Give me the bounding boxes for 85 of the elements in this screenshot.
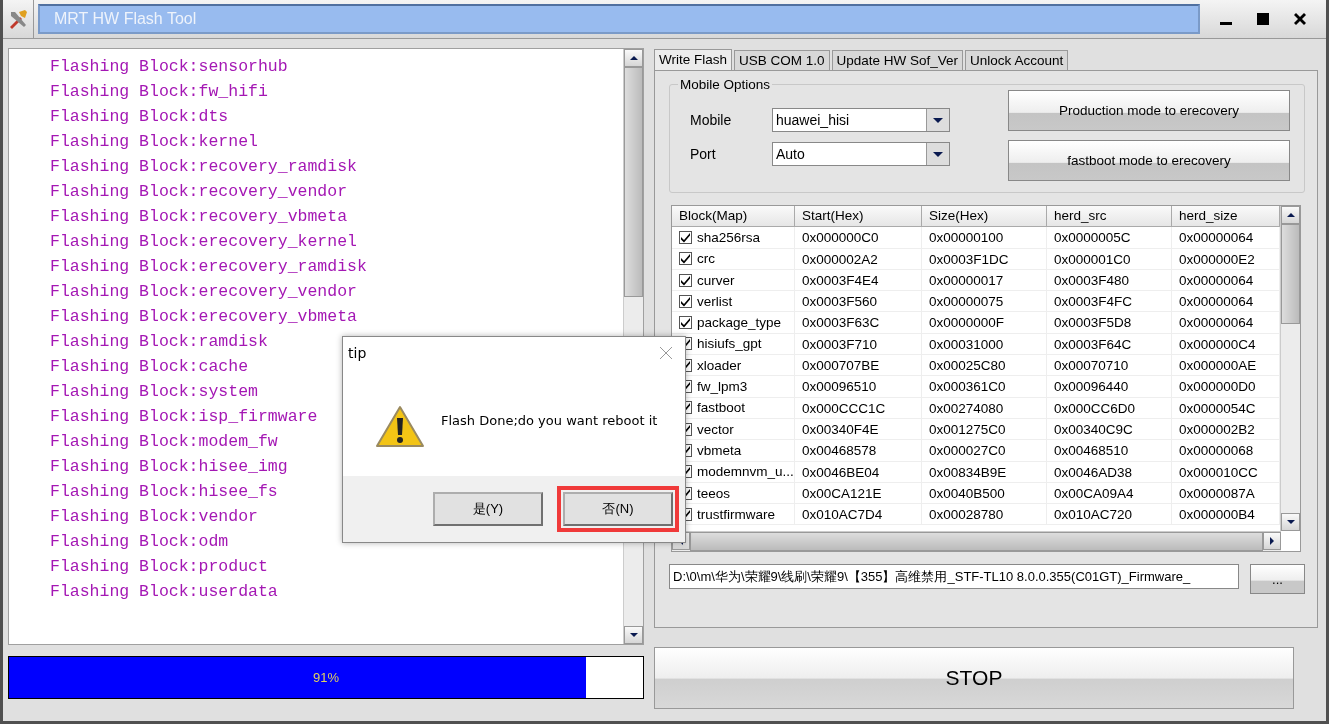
log-line: Flashing Block:ramdisk xyxy=(50,331,268,353)
field-label: Port xyxy=(690,146,717,162)
progress-label: 91% xyxy=(313,670,339,685)
table-cell-text: hisiufs_gpt xyxy=(697,335,762,354)
table-cell: 0x00000100 xyxy=(922,227,1047,249)
table-cell: 0x000027C0 xyxy=(922,440,1047,462)
window-title: MRT HW Flash Tool xyxy=(38,4,1200,34)
table-cell: 0x00096510 xyxy=(795,376,922,398)
table-cell: 0x0046BE04 xyxy=(795,461,922,483)
log-line: Flashing Block:dts xyxy=(50,106,229,128)
log-line: Flashing Block:recovery_vendor xyxy=(50,181,348,203)
table-cell: 0x000361C0 xyxy=(922,376,1047,398)
table-cell-text: crc xyxy=(697,250,715,269)
table-cell: 0x00031000 xyxy=(922,333,1047,356)
table-cell: 0x000CC6D0 xyxy=(1047,397,1172,419)
dialog-message: Flash Done;do you want reboot it xyxy=(441,412,658,428)
log-line: Flashing Block:kernel xyxy=(50,131,258,153)
table-cell-text: xloader xyxy=(697,356,742,375)
table-cell-text: curver xyxy=(697,271,735,290)
log-line: Flashing Block:erecovery_kernel xyxy=(50,231,357,253)
log-line: Flashing Block:cache xyxy=(50,356,249,378)
table-cell: 0x00096440 xyxy=(1047,376,1172,398)
table-cell: 0x00834B9E xyxy=(922,461,1047,483)
table-cell: 0x0003F63C xyxy=(795,312,922,334)
table-cell: 0x00340F4E xyxy=(795,418,922,441)
log-line: Flashing Block:fw_hifi xyxy=(50,81,268,103)
table-cell-text: modemnvm_u... xyxy=(697,463,794,482)
table-cell: 0x0003F4FC xyxy=(1047,291,1172,313)
log-line: Flashing Block:erecovery_ramdisk xyxy=(50,256,367,278)
table-cell-text: teeos xyxy=(697,484,731,503)
table-cell: 0x000707BE xyxy=(795,355,922,377)
log-line: Flashing Block:hisee_img xyxy=(50,456,288,478)
table-cell: 0x001275C0 xyxy=(922,418,1047,441)
table-cell: 0x00070710 xyxy=(1047,355,1172,377)
log-line: Flashing Block:recovery_ramdisk xyxy=(50,156,357,178)
table-cell-text: sha256rsa xyxy=(697,228,761,247)
table-cell: 0x0003F560 xyxy=(795,291,922,313)
table-cell: 0x000001C0 xyxy=(1047,248,1172,270)
table-cell: 0x00000017 xyxy=(922,269,1047,292)
log-line: Flashing Block:erecovery_vbmeta xyxy=(50,306,357,328)
dialog-title: tip xyxy=(348,345,367,361)
log-line: Flashing Block:sensorhub xyxy=(50,56,288,78)
log-line: Flashing Block:system xyxy=(50,381,258,403)
table-cell: 0x0040B500 xyxy=(922,482,1047,505)
table-cell: 0x00025C80 xyxy=(922,355,1047,377)
table-cell: 0x0003F1DC xyxy=(922,248,1047,270)
table-cell-text: fastboot xyxy=(697,399,746,418)
table-cell: 0x000000C0 xyxy=(795,227,922,249)
log-line: Flashing Block:vendor xyxy=(50,506,258,528)
table-cell: 0x000CCC1C xyxy=(795,397,922,419)
table-cell: 0x000002A2 xyxy=(795,248,922,270)
table-cell-text: verlist xyxy=(697,292,733,311)
table-cell: 0x00CA121E xyxy=(795,482,922,505)
log-line: Flashing Block:modem_fw xyxy=(50,431,278,453)
table-cell: 0x00468578 xyxy=(795,440,922,462)
table-cell: 0x00274080 xyxy=(922,397,1047,419)
log-line: Flashing Block:userdata xyxy=(50,581,278,603)
table-cell-text: fw_lpm3 xyxy=(697,378,748,397)
table-cell: 0x0003F480 xyxy=(1047,269,1172,292)
table-cell: 0x0003F64C xyxy=(1047,333,1172,356)
table-cell-text: vbmeta xyxy=(697,441,742,460)
table-cell: 0x0046AD38 xyxy=(1047,461,1172,483)
table-cell: 0x00340C9C xyxy=(1047,418,1172,441)
table-cell: 0x0000005C xyxy=(1047,227,1172,249)
table-cell: 0x00028780 xyxy=(922,504,1047,526)
log-line: Flashing Block:hisee_fs xyxy=(50,481,278,503)
table-cell: 0x0003F4E4 xyxy=(795,269,922,292)
log-line: Flashing Block:product xyxy=(50,556,268,578)
table-cell: 0x0000000F xyxy=(922,312,1047,334)
table-cell: 0x0003F5D8 xyxy=(1047,312,1172,334)
group-title: Mobile Options xyxy=(679,77,772,92)
table-cell: 0x00000075 xyxy=(922,291,1047,313)
log-line: Flashing Block:erecovery_vendor xyxy=(50,281,357,303)
field-label: Mobile xyxy=(690,112,733,128)
log-line: Flashing Block:odm xyxy=(50,531,229,553)
table-cell: 0x010AC720 xyxy=(1047,504,1172,526)
table-cell: 0x0003F710 xyxy=(795,333,922,356)
table-cell-text: vector xyxy=(697,420,734,439)
log-line: Flashing Block:isp_firmware xyxy=(50,406,318,428)
log-line: Flashing Block:recovery_vbmeta xyxy=(50,206,348,228)
table-cell: 0x010AC7D4 xyxy=(795,504,922,526)
table-cell: 0x00468510 xyxy=(1047,440,1172,462)
table-cell-text: trustfirmware xyxy=(697,505,775,524)
table-cell: 0x00CA09A4 xyxy=(1047,482,1172,505)
table-cell-text: package_type xyxy=(697,314,782,333)
